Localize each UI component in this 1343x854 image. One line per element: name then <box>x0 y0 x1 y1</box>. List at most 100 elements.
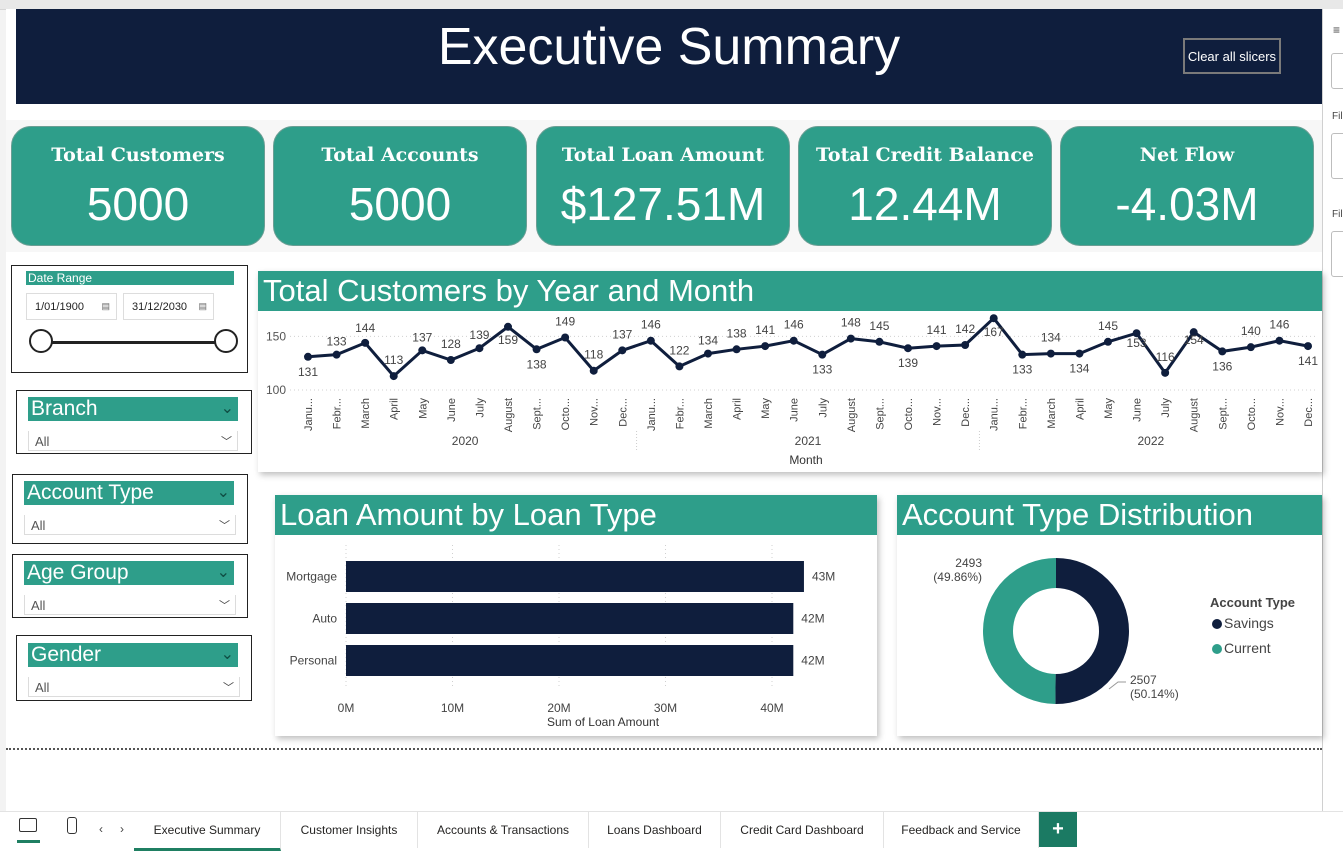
data-point <box>1018 350 1027 359</box>
data-point <box>332 350 341 359</box>
clear-slicers-button[interactable]: Clear all slicers <box>1183 38 1281 74</box>
gender-slicer-title: Gender ⌄ <box>28 643 238 667</box>
chevron-down-icon[interactable]: ⌄ <box>217 481 230 505</box>
chevron-down-icon[interactable]: ⌄ <box>221 643 234 667</box>
chevron-down-icon[interactable]: ⌄ <box>217 561 230 585</box>
tab-executive-summary[interactable]: Executive Summary <box>134 812 281 851</box>
x-tick-label: Febr... <box>674 398 686 429</box>
x-axis-title: Sum of Loan Amount <box>547 715 660 729</box>
data-label: 118 <box>584 348 603 362</box>
x-tick-label: April <box>732 398 744 420</box>
customers-line-visual[interactable]: Total Customers by Year and Month 100 150… <box>258 271 1322 472</box>
tab-feedback-and-service[interactable]: Feedback and Service <box>884 812 1039 848</box>
calendar-icon[interactable]: ▤ <box>198 301 207 312</box>
year-label: 2020 <box>452 434 479 448</box>
x-tick-label: June <box>446 398 458 422</box>
data-label: 43M <box>812 570 835 584</box>
data-point <box>989 314 998 323</box>
data-point <box>1046 349 1055 358</box>
page-tab-bar: ‹ › Executive Summary Customer Insights … <box>0 811 1343 854</box>
filter-icon[interactable]: ≡ <box>1333 23 1340 37</box>
data-point <box>818 350 827 359</box>
mobile-view-icon[interactable] <box>67 817 77 834</box>
data-label: 133 <box>327 335 347 349</box>
tab-accounts-transactions[interactable]: Accounts & Transactions <box>418 812 589 848</box>
gender-dropdown[interactable]: All ﹀ <box>28 677 240 697</box>
filter-card-2[interactable] <box>1331 231 1343 277</box>
x-tick-label: Janu... <box>646 398 658 431</box>
line-chart-svg: 100 150 131 133 144 113 137 128 139 159 138 149 118 1… <box>266 314 1318 467</box>
data-label: 145 <box>869 319 889 333</box>
calendar-icon[interactable]: ▤ <box>101 301 110 312</box>
x-tick-label: July <box>474 398 486 418</box>
data-label: 141 <box>1298 354 1318 368</box>
account-type-dropdown[interactable]: All ﹀ <box>24 515 236 535</box>
account-donut-visual[interactable]: Account Type Distribution 2507 (50.14%) 24… <box>897 495 1322 736</box>
y-tick-label: 100 <box>266 383 286 397</box>
x-tick-label: June <box>789 398 801 422</box>
chevron-down-icon[interactable]: ﹀ <box>219 595 230 617</box>
data-point <box>361 338 370 347</box>
slice-pct-label: (50.14%) <box>1130 687 1179 701</box>
kpi-label: Net Flow <box>1139 144 1235 166</box>
kpi-card-total-customers: Total Customers 5000 <box>11 126 265 246</box>
date-end-input[interactable]: 31/12/2030 ▤ <box>123 293 214 320</box>
category-label: Personal <box>290 654 337 668</box>
age-group-dropdown[interactable]: All ﹀ <box>24 595 236 615</box>
x-tick-label: May <box>417 398 429 419</box>
data-label: 113 <box>384 353 403 367</box>
add-page-button[interactable]: + <box>1039 812 1077 847</box>
account-type-slicer-title: Account Type ⌄ <box>24 481 234 505</box>
data-point <box>961 341 970 349</box>
desktop-view-icon[interactable] <box>19 818 37 832</box>
data-label: 122 <box>669 343 689 357</box>
date-slider-start-handle[interactable] <box>29 329 53 353</box>
x-tick-label: 40M <box>760 701 783 715</box>
filters-label-2: Fil <box>1332 209 1343 220</box>
chevron-down-icon[interactable]: ⌄ <box>221 397 234 421</box>
kpi-card-total-accounts: Total Accounts 5000 <box>273 126 527 246</box>
chevron-down-icon[interactable]: ﹀ <box>221 431 232 453</box>
data-label: 128 <box>441 337 461 351</box>
kpi-value: 5000 <box>86 178 190 230</box>
data-point <box>875 337 884 346</box>
chevron-right-icon[interactable]: › <box>120 822 124 836</box>
slice-value-label: 2493 <box>955 556 982 570</box>
data-label: 154 <box>1184 333 1204 347</box>
kpi-label: Total Credit Balance <box>815 144 1035 166</box>
x-tick-label: Sept... <box>874 398 886 430</box>
data-label: 116 <box>1156 350 1175 364</box>
data-point <box>1304 342 1312 351</box>
data-label: 142 <box>955 322 975 336</box>
data-label: 167 <box>984 325 1004 339</box>
slice-pct-label: (49.86%) <box>933 570 982 584</box>
data-label: 138 <box>727 326 747 340</box>
date-slider-track[interactable] <box>41 341 226 344</box>
filter-search-box[interactable] <box>1331 53 1343 89</box>
tab-credit-card-dashboard[interactable]: Credit Card Dashboard <box>721 812 884 848</box>
chevron-down-icon[interactable]: ﹀ <box>223 677 234 699</box>
data-label: 159 <box>498 333 518 347</box>
chevron-down-icon[interactable]: ﹀ <box>219 515 230 537</box>
data-label: 137 <box>612 327 632 341</box>
filter-card-1[interactable] <box>1331 133 1343 179</box>
x-tick-label: 30M <box>654 701 677 715</box>
data-label: 141 <box>927 323 947 337</box>
date-start-input[interactable]: 1/01/1900 ▤ <box>26 293 117 320</box>
branch-dropdown[interactable]: All ﹀ <box>28 431 238 451</box>
x-tick-label: July <box>1160 398 1172 418</box>
date-slider-end-handle[interactable] <box>214 329 238 353</box>
chevron-left-icon[interactable]: ‹ <box>99 822 103 836</box>
x-tick-label: August <box>1189 398 1201 432</box>
page-divider <box>6 748 1322 750</box>
data-label: 134 <box>1069 362 1089 376</box>
data-label: 148 <box>841 316 861 330</box>
tab-loans-dashboard[interactable]: Loans Dashboard <box>589 812 721 848</box>
data-point <box>732 345 741 354</box>
legend-marker <box>1212 644 1222 654</box>
x-tick-label: Sept... <box>1217 398 1229 430</box>
x-tick-label: Febr... <box>1017 398 1029 429</box>
tab-customer-insights[interactable]: Customer Insights <box>281 812 418 848</box>
loan-bar-visual[interactable]: Loan Amount by Loan Type 0M 10M 20M 30M 40M M… <box>275 495 877 736</box>
age-group-slicer-title: Age Group ⌄ <box>24 561 234 585</box>
